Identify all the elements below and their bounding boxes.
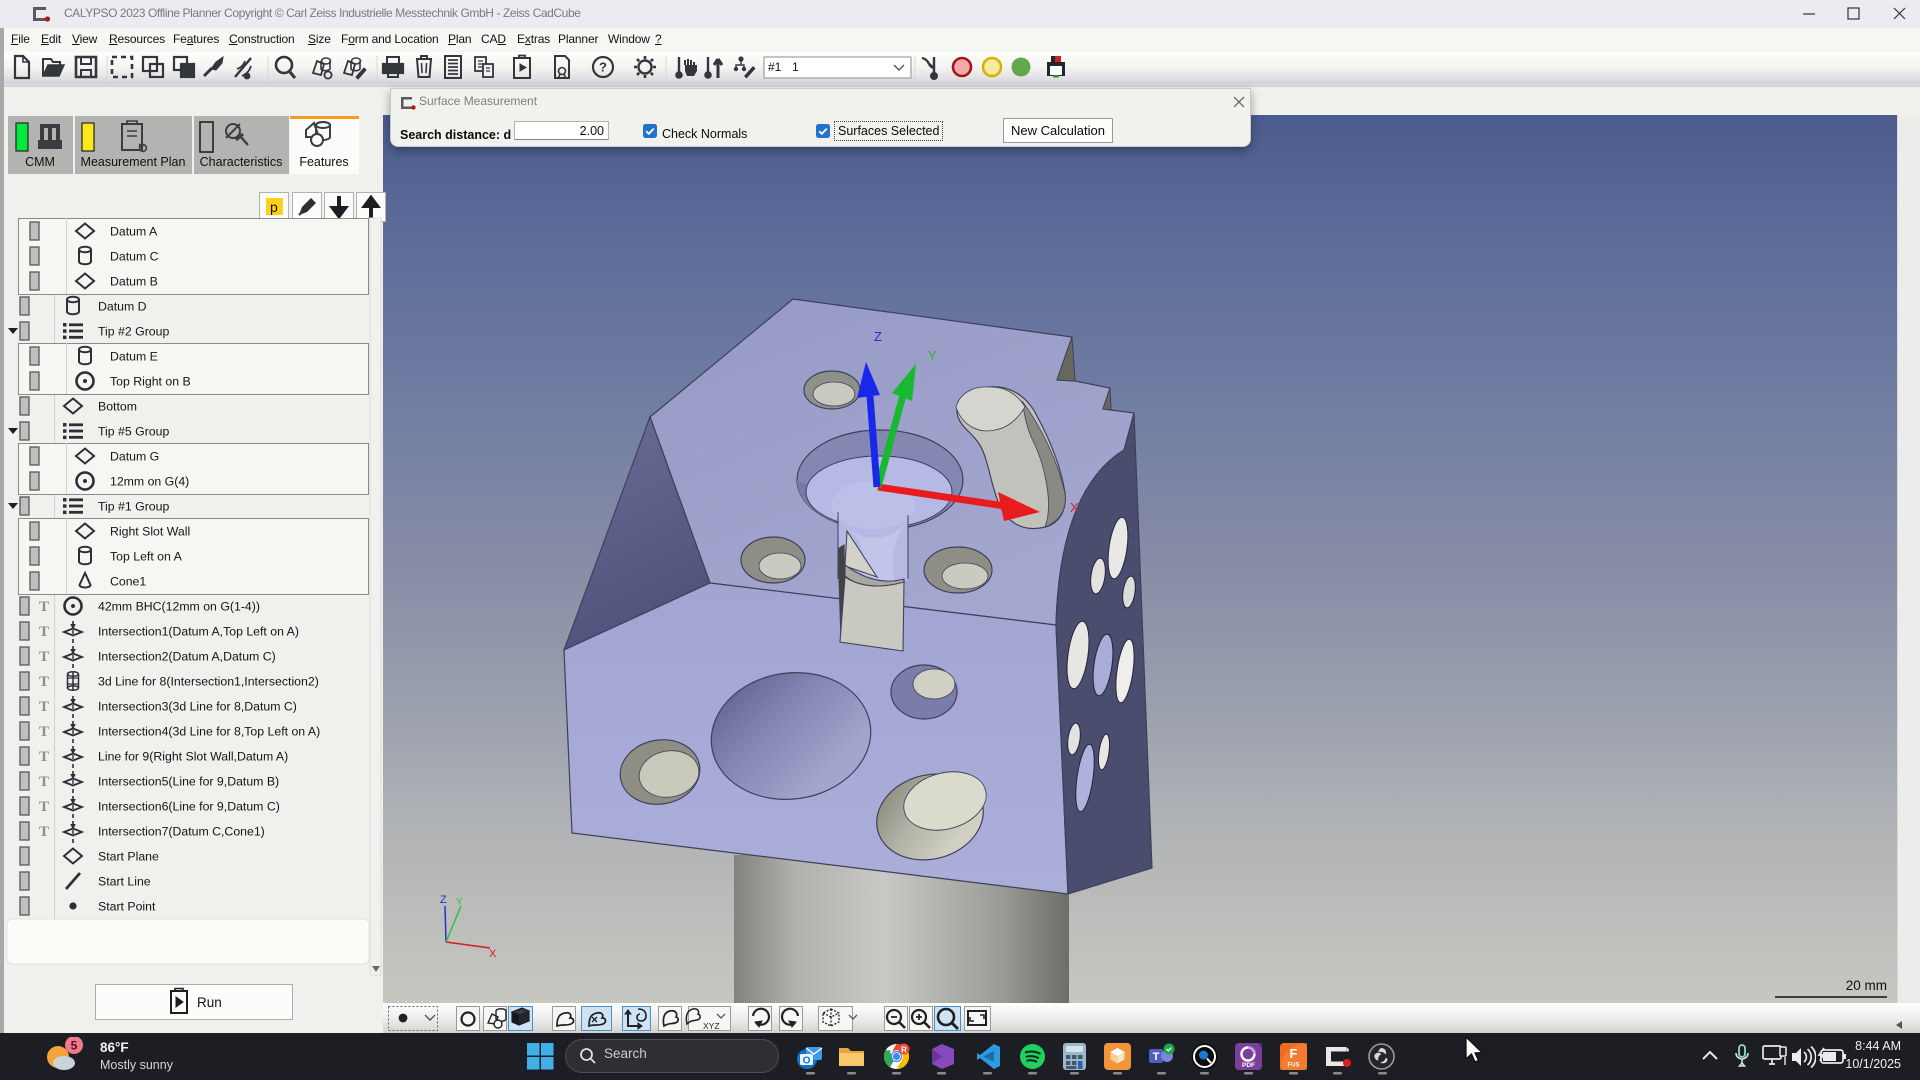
svg-text:Datum B: Datum B <box>110 275 158 289</box>
svg-text:12mm on G(4): 12mm on G(4) <box>110 475 189 489</box>
svg-text:T: T <box>39 699 49 715</box>
svg-text:T: T <box>39 799 49 815</box>
svg-text:Tip #2 Group: Tip #2 Group <box>98 325 169 339</box>
svg-text:T: T <box>39 599 49 615</box>
svg-text:Tip #5 Group: Tip #5 Group <box>98 425 169 439</box>
svg-text:#1: #1 <box>768 60 782 74</box>
svg-text:Start Point: Start Point <box>98 900 156 914</box>
svg-text:T: T <box>39 724 49 740</box>
svg-text:T: T <box>39 749 49 765</box>
svg-text:5: 5 <box>71 1039 78 1053</box>
svg-text:PDF: PDF <box>1242 1062 1255 1069</box>
svg-text:T: T <box>39 674 49 690</box>
svg-text:?: ? <box>599 60 607 75</box>
svg-text:Intersection2(Datum A,Datum C): Intersection2(Datum A,Datum C) <box>98 650 276 664</box>
svg-text:Y: Y <box>928 348 937 363</box>
svg-text:T: T <box>39 649 49 665</box>
svg-text:1: 1 <box>792 60 799 74</box>
svg-text:Measurement Plan: Measurement Plan <box>81 155 186 169</box>
svg-text:Features: Features <box>299 155 348 169</box>
svg-text:Bottom: Bottom <box>98 400 137 414</box>
svg-text:F: F <box>1290 1046 1298 1061</box>
svg-text:Cone1: Cone1 <box>110 575 146 589</box>
svg-text:Y: Y <box>456 897 463 908</box>
svg-text:Top Right on B: Top Right on B <box>110 375 191 389</box>
svg-text:Intersection1(Datum A,Top Left: Intersection1(Datum A,Top Left on A) <box>98 625 299 639</box>
svg-text:Start Line: Start Line <box>98 875 151 889</box>
svg-text:Characteristics: Characteristics <box>200 155 283 169</box>
svg-text:Z: Z <box>440 894 447 906</box>
svg-text:Tip #1 Group: Tip #1 Group <box>98 500 169 514</box>
svg-text:Run: Run <box>197 995 222 1010</box>
svg-text:T: T <box>39 624 49 640</box>
svg-text:Intersection6(Line for 9,Datum: Intersection6(Line for 9,Datum C) <box>98 800 280 814</box>
svg-text:Datum D: Datum D <box>98 300 147 314</box>
svg-text:X: X <box>1070 500 1079 515</box>
svg-text:Intersection7(Datum C,Cone1): Intersection7(Datum C,Cone1) <box>98 825 265 839</box>
svg-text:CMM: CMM <box>25 155 55 169</box>
svg-text:Datum G: Datum G <box>110 450 159 464</box>
svg-text:Intersection5(Line for 9,Datum: Intersection5(Line for 9,Datum B) <box>98 775 279 789</box>
svg-text:Line for 9(Right Slot Wall,Dat: Line for 9(Right Slot Wall,Datum A) <box>98 750 288 764</box>
svg-text:T: T <box>39 824 49 840</box>
svg-text:Top Left on A: Top Left on A <box>110 550 183 564</box>
svg-text:Datum C: Datum C <box>110 250 159 264</box>
svg-text:Datum A: Datum A <box>110 225 158 239</box>
svg-text:3d Line for 8(Intersection1,In: 3d Line for 8(Intersection1,Intersection… <box>98 675 319 689</box>
svg-text:T: T <box>39 774 49 790</box>
svg-text:Start Plane: Start Plane <box>98 850 159 864</box>
svg-text:Z: Z <box>874 329 882 344</box>
svg-text:R: R <box>901 1046 907 1055</box>
svg-text:42mm BHC(12mm on G(1-4)): 42mm BHC(12mm on G(1-4)) <box>98 600 260 614</box>
svg-text:Right Slot Wall: Right Slot Wall <box>110 525 190 539</box>
svg-text:FUS: FUS <box>1288 1063 1300 1069</box>
svg-text:20 mm: 20 mm <box>1846 978 1887 993</box>
svg-text:Intersection4(3d Line for 8,To: Intersection4(3d Line for 8,Top Left on … <box>98 725 320 739</box>
svg-text:X: X <box>489 948 497 960</box>
svg-text:T: T <box>1153 1051 1160 1063</box>
svg-text:Datum E: Datum E <box>110 350 158 364</box>
svg-text:XYZ: XYZ <box>703 1021 720 1031</box>
svg-text:Intersection3(3d Line for 8,Da: Intersection3(3d Line for 8,Datum C) <box>98 700 297 714</box>
svg-text:O: O <box>803 1056 811 1067</box>
